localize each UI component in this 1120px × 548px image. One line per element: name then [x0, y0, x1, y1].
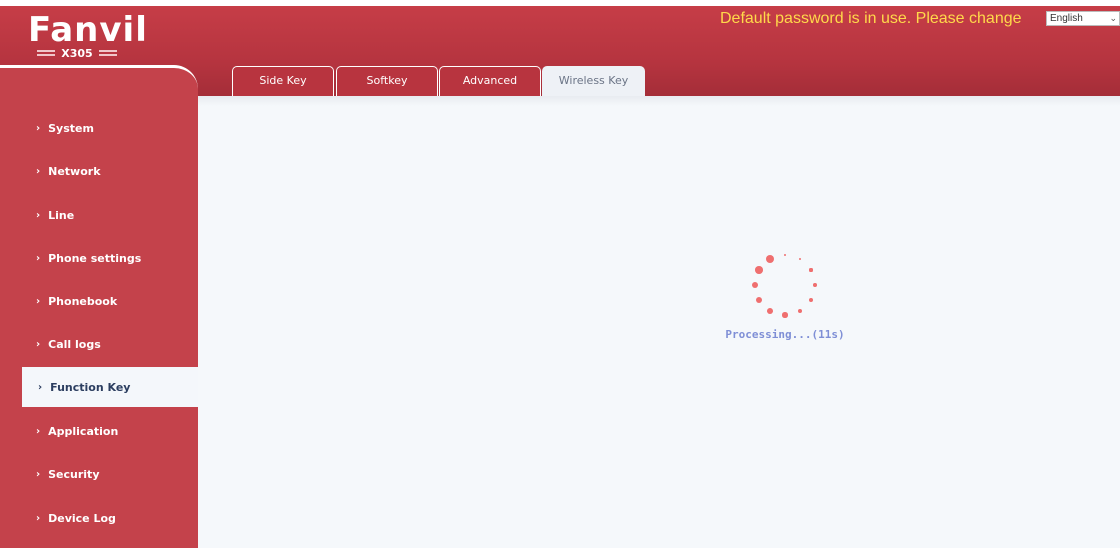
chevron-right-icon: ›	[36, 252, 41, 264]
default-password-warning[interactable]: Default password is in use. Please chang…	[720, 10, 1022, 28]
chevron-right-icon: ›	[36, 512, 41, 524]
spinner-dot	[765, 254, 775, 264]
tab-advanced[interactable]: Advanced	[439, 66, 541, 96]
chevron-right-icon: ›	[36, 122, 41, 134]
language-selected: English	[1050, 13, 1083, 24]
chevron-right-icon: ›	[36, 295, 41, 307]
spinner-dot	[782, 312, 788, 318]
tab-softkey[interactable]: Softkey	[336, 66, 438, 96]
brand-logo: Fanvil X305	[28, 10, 147, 62]
sidebar-item-label: Application	[48, 424, 119, 438]
top-strip	[0, 0, 1120, 6]
brand-name: Fanvil	[28, 10, 148, 50]
model-label: X305	[32, 46, 122, 60]
sidebar-item-network[interactable]: › Network	[0, 151, 198, 191]
model-text: X305	[61, 46, 93, 60]
spinner-dot	[767, 308, 773, 314]
language-select[interactable]: English ⌄	[1046, 11, 1120, 26]
sidebar-item-function-key[interactable]: › Function Key	[22, 367, 198, 407]
sidebar-item-system[interactable]: › System	[0, 108, 198, 148]
sidebar-item-call-logs[interactable]: › Call logs	[0, 324, 198, 364]
processing-status: Processing...(11s)	[725, 328, 845, 341]
spinner-dot	[784, 254, 786, 256]
sidebar-item-label: Device Log	[48, 511, 116, 525]
chevron-right-icon: ›	[36, 165, 41, 177]
chevron-down-icon: ⌄	[1109, 13, 1117, 23]
spinner-dot	[755, 266, 763, 274]
chevron-right-icon: ›	[36, 468, 41, 480]
sidebar-item-phone-settings[interactable]: › Phone settings	[0, 238, 198, 278]
sidebar-item-phonebook[interactable]: › Phonebook	[0, 281, 198, 321]
sidebar-item-label: Call logs	[48, 337, 101, 351]
logo-bar-right	[98, 50, 117, 52]
chevron-right-icon: ›	[36, 338, 41, 350]
chevron-right-icon: ›	[38, 381, 43, 393]
sidebar-item-label: Security	[48, 467, 100, 481]
sidebar-item-label: Phonebook	[48, 294, 118, 308]
sidebar-item-label: Network	[48, 164, 101, 178]
tab-wireless-key[interactable]: Wireless Key	[542, 66, 645, 96]
chevron-right-icon: ›	[36, 425, 41, 437]
sidebar-item-security[interactable]: › Security	[0, 454, 198, 494]
sidebar-item-label: Line	[48, 208, 75, 222]
main-content	[198, 96, 1120, 548]
chevron-right-icon: ›	[36, 209, 41, 221]
tab-side-key[interactable]: Side Key	[232, 66, 334, 96]
sidebar-item-line[interactable]: › Line	[0, 195, 198, 235]
sidebar-item-device-log[interactable]: › Device Log	[0, 498, 198, 538]
content-divider	[198, 96, 1120, 106]
sidebar-item-label: System	[48, 121, 94, 135]
sidebar-item-label: Phone settings	[48, 251, 142, 265]
spinner-dot	[809, 268, 813, 272]
spinner-dot	[813, 283, 817, 287]
sidebar-item-application[interactable]: › Application	[0, 411, 198, 451]
sidebar-item-label: Function Key	[50, 380, 131, 394]
logo-bar-left	[37, 50, 56, 52]
